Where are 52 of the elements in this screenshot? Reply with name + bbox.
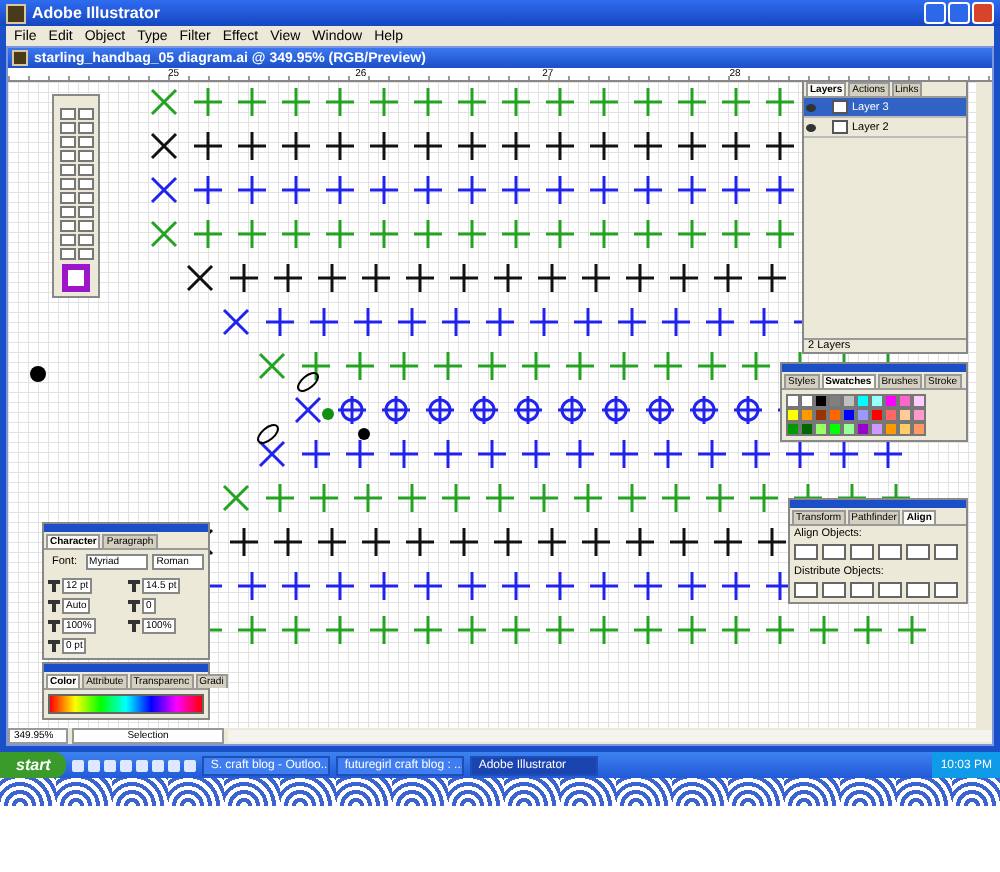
color-spectrum[interactable] <box>48 694 204 714</box>
color-swatch[interactable] <box>884 408 898 422</box>
maximize-button[interactable] <box>948 2 970 24</box>
color-swatch[interactable] <box>800 422 814 436</box>
color-swatch[interactable] <box>814 394 828 408</box>
document-icon <box>12 50 28 66</box>
color-swatch[interactable] <box>842 394 856 408</box>
eye-icon[interactable] <box>806 123 816 131</box>
align-icon[interactable] <box>850 582 874 598</box>
color-swatch[interactable] <box>870 408 884 422</box>
window-title: Adobe Illustrator <box>32 4 161 22</box>
color-swatch[interactable] <box>814 408 828 422</box>
minimize-button[interactable] <box>924 2 946 24</box>
app-icon <box>6 3 26 23</box>
align-icon[interactable] <box>934 582 958 598</box>
color-swatch[interactable] <box>856 422 870 436</box>
color-swatch[interactable] <box>884 422 898 436</box>
color-swatch[interactable] <box>898 394 912 408</box>
color-swatch[interactable] <box>814 422 828 436</box>
color-swatch[interactable] <box>786 408 800 422</box>
align-icon[interactable] <box>822 582 846 598</box>
color-swatch[interactable] <box>800 394 814 408</box>
color-swatch[interactable] <box>870 422 884 436</box>
color-swatch[interactable] <box>842 408 856 422</box>
fill-stroke-icon[interactable] <box>62 264 90 292</box>
color-swatch[interactable] <box>884 394 898 408</box>
align-icon[interactable] <box>794 582 818 598</box>
color-swatch[interactable] <box>912 422 926 436</box>
align-icon[interactable] <box>850 544 874 560</box>
align-icon[interactable] <box>906 544 930 560</box>
align-icon[interactable] <box>794 544 818 560</box>
color-swatch[interactable] <box>828 422 842 436</box>
close-button[interactable] <box>972 2 994 24</box>
color-swatch[interactable] <box>898 422 912 436</box>
start-button[interactable]: start <box>0 752 67 778</box>
color-swatch[interactable] <box>828 408 842 422</box>
color-swatch[interactable] <box>898 408 912 422</box>
align-icon[interactable] <box>906 582 930 598</box>
align-icon[interactable] <box>878 544 902 560</box>
color-swatch[interactable] <box>856 394 870 408</box>
align-icon[interactable] <box>822 544 846 560</box>
color-swatch[interactable] <box>786 422 800 436</box>
align-icon[interactable] <box>934 544 958 560</box>
color-swatch[interactable] <box>842 422 856 436</box>
align-icon[interactable] <box>878 582 902 598</box>
color-swatch[interactable] <box>828 394 842 408</box>
color-swatch[interactable] <box>800 408 814 422</box>
color-swatch[interactable] <box>912 394 926 408</box>
color-swatch[interactable] <box>856 408 870 422</box>
color-swatch[interactable] <box>912 408 926 422</box>
color-swatch[interactable] <box>786 394 800 408</box>
color-swatch[interactable] <box>870 394 884 408</box>
